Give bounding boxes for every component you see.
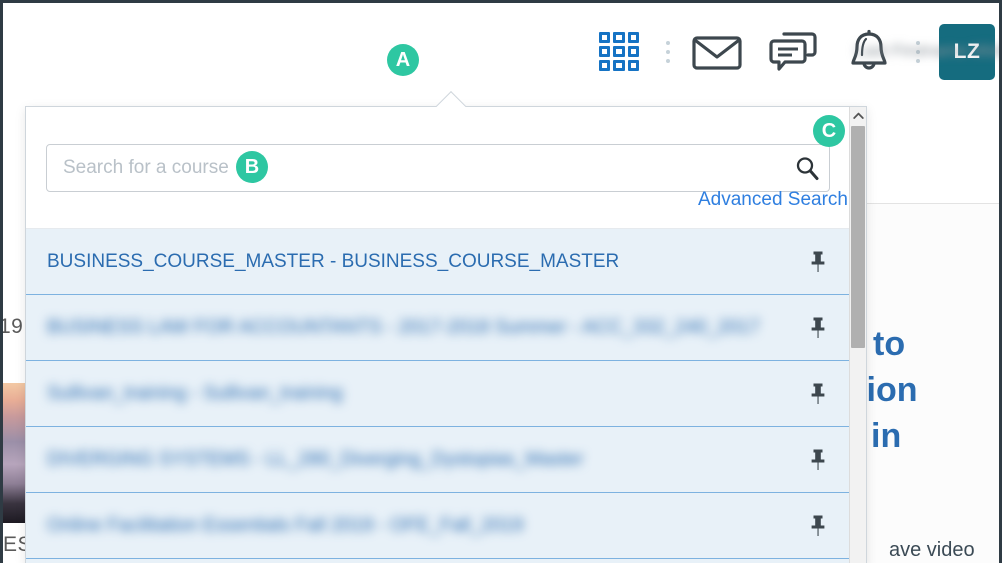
course-selector-dropdown: Advanced Search BUSINESS_COURSE_MASTER -… (25, 106, 867, 563)
mail-button[interactable] (679, 3, 755, 100)
apps-grid-button[interactable] (581, 3, 657, 100)
annotation-badge-c: C (813, 115, 845, 147)
background-year-fragment: 19 (0, 315, 24, 338)
grid-apps-icon (599, 31, 639, 72)
course-list-item[interactable]: Sullivan_training - Sullivan_training (26, 361, 866, 427)
pushpin-icon (811, 383, 825, 404)
chat-button[interactable] (755, 3, 831, 100)
pushpin-icon (811, 515, 825, 536)
pushpin-icon (811, 449, 825, 470)
scroll-up-button[interactable] (850, 107, 866, 124)
advanced-search-link[interactable]: Advanced Search (698, 189, 848, 210)
search-submit-button[interactable] (790, 152, 824, 184)
course-title: BUSINESS LAW FOR ACCOUNTANTS - 2017-2018… (47, 316, 760, 338)
background-subtext: ave video (889, 539, 975, 561)
search-input[interactable] (46, 144, 830, 192)
pushpin-icon (811, 317, 825, 338)
advanced-search-row: Advanced Search (698, 189, 848, 211)
dropdown-scrollbar[interactable] (849, 107, 866, 563)
course-list-item[interactable]: DIVERGING SYSTEMS - LL_280_Diverging_Dys… (26, 427, 866, 493)
course-title: Online Facilitation Essentials Fall 2019… (47, 514, 524, 536)
dropdown-caret (436, 91, 466, 107)
chevron-up-icon (852, 112, 864, 119)
envelope-icon (692, 35, 742, 70)
course-title: BUSINESS_COURSE_MASTER - BUSINESS_COURSE… (47, 250, 620, 272)
search-field-wrapper (46, 144, 830, 192)
annotation-badge-b: B (236, 151, 268, 183)
annotation-badge-a: A (387, 44, 419, 76)
course-title: Sullivan_training - Sullivan_training (47, 382, 343, 404)
user-name-label: Last Firstname Middlename (855, 41, 1000, 60)
top-header-bar: LZ Last Firstname Middlename (3, 3, 1000, 100)
app-window: 19 ES eed to mission eos in ave video (0, 0, 1002, 563)
chat-bubbles-icon (769, 31, 817, 71)
course-list-item[interactable]: Online Facilitation Essentials Fall 2019… (26, 493, 866, 559)
dropdown-search-area: Advanced Search (26, 107, 866, 229)
search-magnifier-icon (796, 157, 819, 180)
course-results-list: BUSINESS_COURSE_MASTER - BUSINESS_COURSE… (26, 229, 866, 563)
course-list-item[interactable]: BUSINESS LAW FOR ACCOUNTANTS - 2017-2018… (26, 295, 866, 361)
scrollbar-thumb[interactable] (851, 126, 865, 348)
course-title: DIVERGING SYSTEMS - LL_280_Diverging_Dys… (47, 448, 584, 470)
header-divider-dots-1 (657, 3, 679, 100)
course-list-item[interactable]: BUSINESS_COURSE_MASTER - BUSINESS_COURSE… (26, 229, 866, 295)
pushpin-icon (811, 251, 825, 272)
